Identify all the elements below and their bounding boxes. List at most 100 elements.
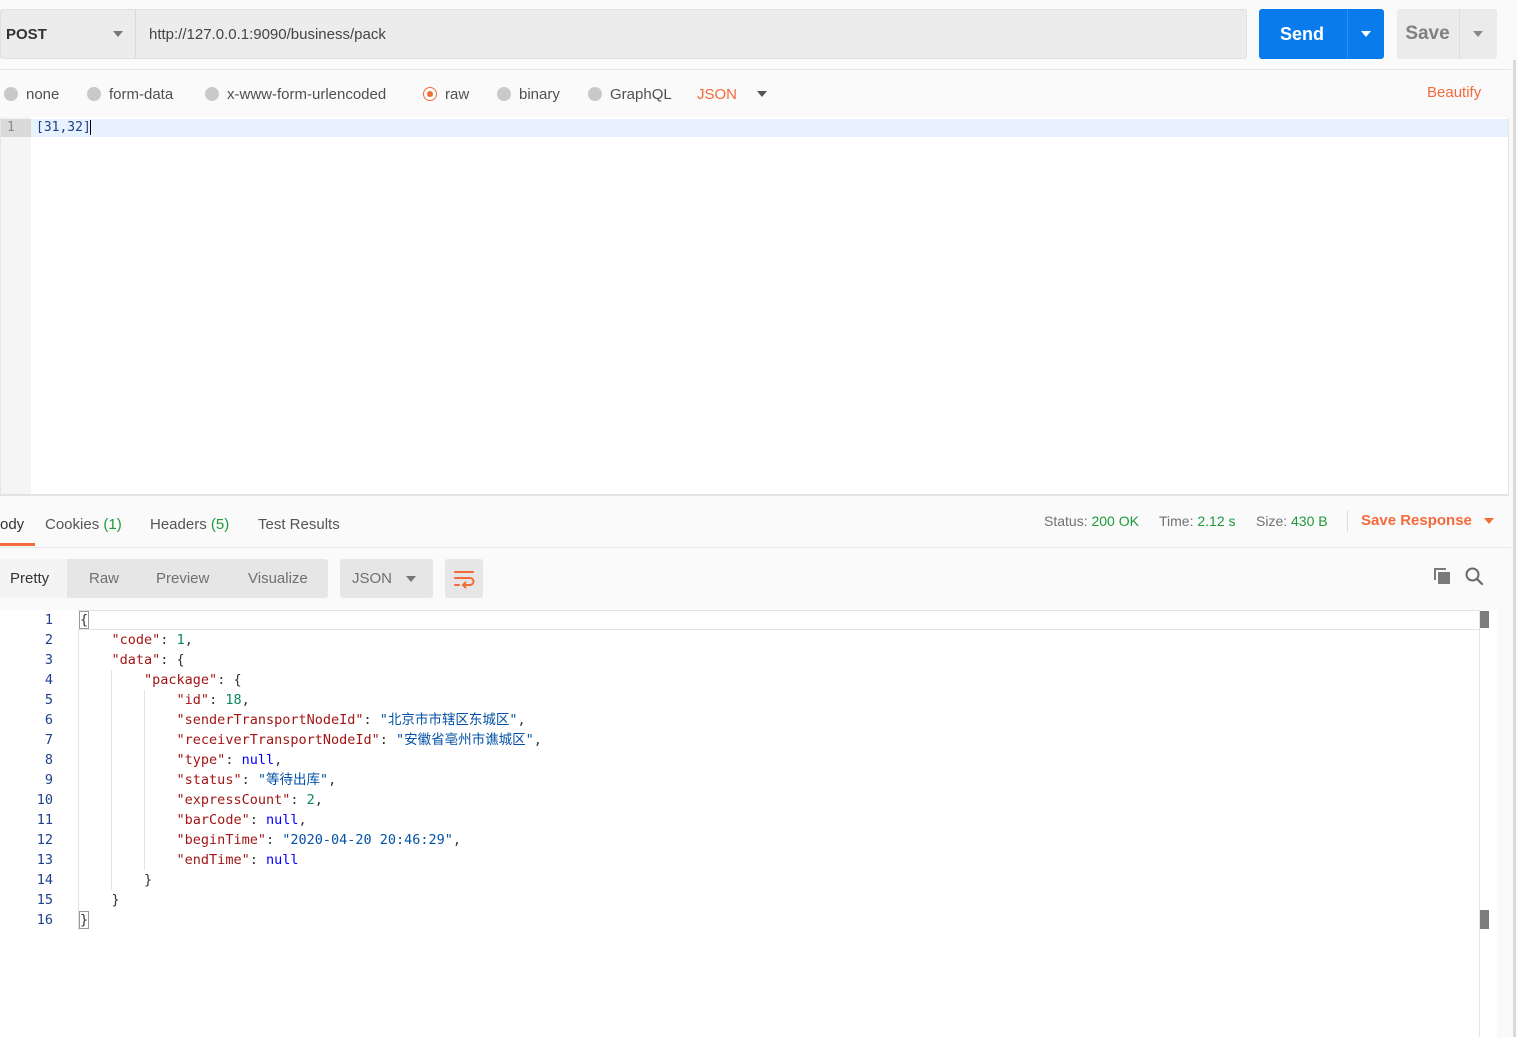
view-visualize-button[interactable]: Visualize [248,559,308,598]
save-options-caret-icon[interactable] [1460,9,1497,59]
line-number: 11 [36,812,53,828]
code-line: "data": { [111,652,185,668]
beautify-link[interactable]: Beautify [1427,84,1481,101]
line-number: 9 [44,772,53,788]
radio-dot-icon [588,87,602,101]
json-value: null [241,752,275,768]
active-line-highlight [78,610,1480,630]
line-number: 8 [44,752,53,768]
request-body-code: [31,32] [36,120,91,135]
json-key: "barCode" [176,812,250,828]
size-value: 430 B [1291,513,1328,529]
scrollbar-marker[interactable] [1480,611,1489,628]
radio-x-www-form-urlencoded[interactable]: x-www-form-urlencoded [205,84,386,104]
tab-test-results[interactable]: Test Results [258,516,340,533]
code-line: "package": { [144,672,242,688]
request-bar: POST http://127.0.0.1:9090/business/pack… [0,0,1517,70]
wrap-lines-icon [454,571,475,589]
text-cursor [89,120,91,135]
line-number: 13 [36,852,53,868]
scrollbar-track[interactable] [1479,610,1480,1037]
radio-form-data[interactable]: form-data [87,84,173,104]
line-number: 1 [1,119,31,137]
chevron-down-icon [1483,517,1494,524]
editor-gutter [1,117,31,494]
method-select[interactable]: POST [0,9,136,59]
radio-raw[interactable]: raw [423,84,469,104]
chevron-down-icon [113,31,123,37]
chevron-down-icon [757,91,768,97]
radio-label: form-data [109,85,174,103]
code-line: } [79,892,120,908]
send-button[interactable]: Send [1259,9,1345,59]
json-brace: { [79,611,90,629]
code-line: "senderTransportNodeId": "北京市市辖区东城区", [176,712,526,728]
line-number: 2 [44,632,53,648]
radio-none[interactable]: none [4,84,59,104]
tab-cookies-count: (1) [103,516,122,533]
line-number: 10 [36,792,53,808]
view-raw-button[interactable]: Raw [89,559,119,598]
code-line: "expressCount": 2, [176,792,323,808]
code-line: "code": 1, [111,632,193,648]
json-value: null [265,852,299,868]
radio-graphql[interactable]: GraphQL [588,84,672,104]
tab-body[interactable]: ody [0,516,24,533]
save-button[interactable]: Save [1397,9,1458,59]
line-number: 7 [44,732,53,748]
tab-cookies-label: Cookies [45,516,100,533]
wrap-lines-button[interactable] [445,559,483,598]
json-key: "data" [111,652,161,668]
radio-label: binary [519,85,560,103]
json-value: "2020-04-20 20:46:29" [282,832,453,848]
search-icon[interactable] [1464,566,1484,586]
line-number: 3 [44,652,53,668]
line-number: 1 [44,612,53,628]
json-value: 18 [225,692,242,708]
json-key: "beginTime" [176,832,266,848]
json-key: "package" [144,672,218,688]
radio-binary[interactable]: binary [497,84,560,104]
body-format-select[interactable]: JSON [697,84,768,104]
chevron-down-icon [406,576,416,582]
json-value: 2 [306,792,315,808]
response-format-label: JSON [352,570,393,587]
method-label: POST [6,25,47,43]
radio-dot-icon [497,87,511,101]
scrollbar-marker[interactable] [1480,910,1489,929]
active-line-highlight [1,119,1508,137]
json-key: "id" [176,692,210,708]
code-line: "barCode": null, [176,812,307,828]
json-key: "expressCount" [176,792,291,808]
radio-dot-icon [87,87,101,101]
json-value: "安徽省亳州市谯城区" [396,732,534,748]
copy-icon[interactable] [1432,566,1452,586]
url-input[interactable]: http://127.0.0.1:9090/business/pack [136,9,1247,59]
json-value: "北京市市辖区东城区" [379,712,518,728]
view-preview-button[interactable]: Preview [156,559,209,598]
size-label: Size: [1256,513,1288,529]
code-line: "status": "等待出库", [176,772,337,788]
code-line: { [79,610,90,630]
send-options-caret-icon[interactable] [1348,9,1384,59]
status-info: Status: 200 OK [1044,513,1139,529]
status-label: Status: [1044,513,1088,529]
meta-divider [1347,510,1348,532]
response-format-select[interactable]: JSON [340,559,433,598]
save-button-group: Save [1397,9,1497,59]
response-tabs: ody Cookies (1) Headers (5) Test Results… [0,496,1517,548]
save-response-button[interactable]: Save Response [1361,512,1494,529]
active-tab-indicator [0,543,35,546]
save-response-label: Save Response [1361,512,1472,529]
window-scrollbar[interactable] [1513,60,1516,1037]
json-key: "endTime" [176,852,250,868]
tab-headers[interactable]: Headers (5) [150,516,229,533]
view-pretty-button[interactable]: Pretty [0,559,67,598]
json-value: "等待出库" [257,772,329,788]
tab-headers-count: (5) [210,516,230,533]
view-mode-toggle: Pretty Raw Preview Visualize [0,559,328,598]
request-body-text: [31,32] [36,119,91,137]
response-body-viewer[interactable]: 1 2 3 4 5 6 7 8 9 10 11 12 13 14 15 16 {… [0,610,1497,1037]
tab-cookies[interactable]: Cookies (1) [45,516,122,533]
request-body-editor[interactable]: 1 [31,32] [0,117,1509,494]
